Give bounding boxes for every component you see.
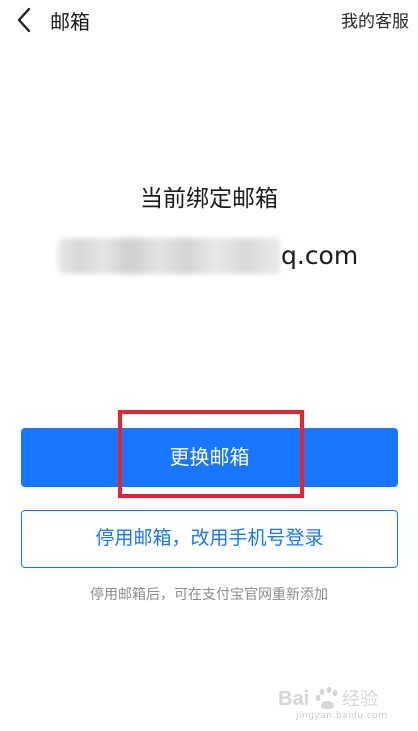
back-button[interactable] [10, 7, 38, 37]
page-title: 邮箱 [50, 10, 90, 34]
current-email: q.com [0, 238, 418, 278]
top-bar: 邮箱 我的客服 [0, 0, 418, 44]
svg-text:经验: 经验 [342, 689, 378, 710]
baidu-logo-icon: Bai 经验 [278, 686, 378, 710]
chevron-left-icon [16, 7, 32, 37]
current-email-label: 当前绑定邮箱 [140, 186, 278, 212]
baidu-jingyan-watermark: Bai 经验 jingyan.baidu.com [278, 684, 402, 724]
email-redaction-blur [58, 238, 281, 274]
disable-email-button[interactable]: 停用邮箱，改用手机号登录 [21, 510, 398, 568]
email-visible-suffix: q.com [281, 241, 359, 270]
customer-service-link[interactable]: 我的客服 [341, 10, 409, 34]
hint-text: 停用邮箱后，可在支付宝官网重新添加 [90, 587, 328, 603]
watermark-url: jingyan.baidu.com [296, 711, 388, 721]
svg-text:Bai: Bai [278, 688, 309, 710]
change-email-button[interactable]: 更换邮箱 [21, 428, 398, 487]
